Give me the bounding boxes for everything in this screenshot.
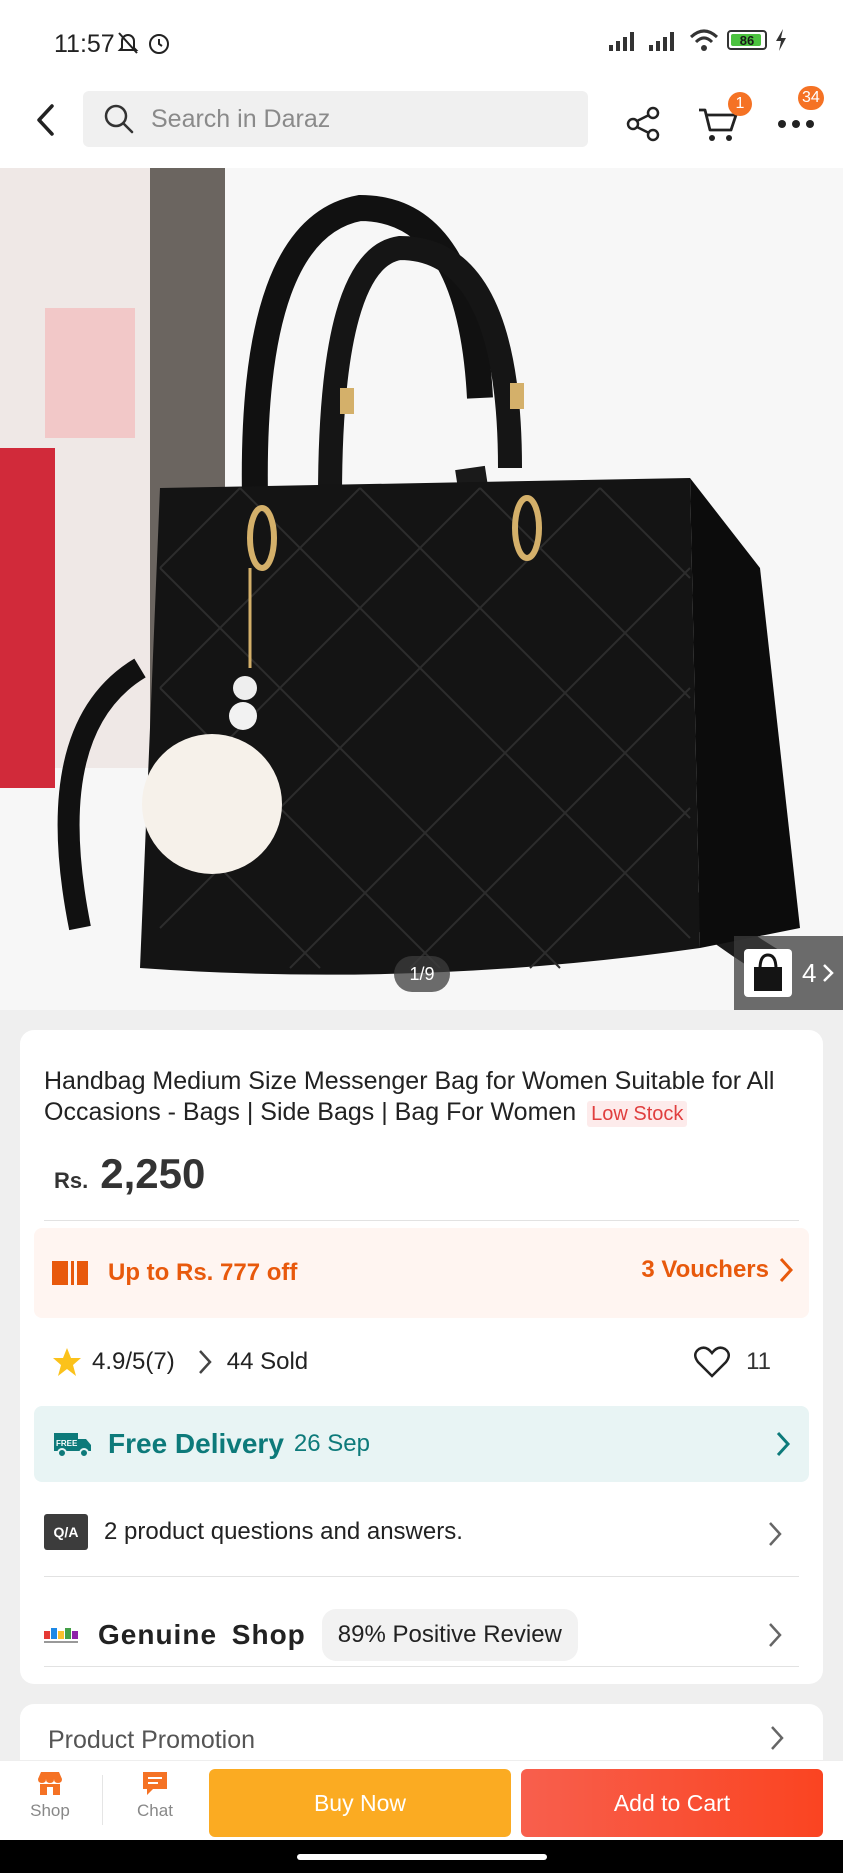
more-dots-icon (778, 120, 814, 128)
add-to-cart-button[interactable]: Add to Cart (521, 1769, 823, 1837)
status-icons-right: 86 (609, 28, 787, 52)
rating-value[interactable]: 4.9/5 (92, 1348, 145, 1376)
seller-row[interactable]: Genuine Shop 89% Positive Review (44, 1600, 799, 1670)
alarm-icon (149, 34, 169, 54)
divider (44, 1576, 799, 1577)
vouchers-link[interactable]: 3 Vouchers (641, 1256, 793, 1284)
mute-bell-icon (117, 32, 139, 54)
buy-now-button[interactable]: Buy Now (209, 1769, 511, 1837)
rating-count[interactable]: (7) (145, 1348, 174, 1376)
qa-text: 2 product questions and answers. (104, 1518, 463, 1545)
heart-icon (694, 1346, 731, 1378)
shop-tab-button[interactable]: Shop (15, 1769, 85, 1821)
chevron-right-icon (779, 1257, 793, 1283)
qa-row[interactable]: Q/A 2 product questions and answers. (44, 1500, 799, 1564)
vouchers-link-label: 3 Vouchers (641, 1256, 769, 1283)
home-indicator[interactable] (297, 1854, 547, 1860)
divider (102, 1775, 103, 1825)
delivery-date: 26 Sep (293, 1430, 370, 1457)
product-info-card: Handbag Medium Size Messenger Bag for Wo… (20, 1030, 823, 1684)
share-icon (626, 106, 660, 142)
promotion-label: Product Promotion (48, 1726, 256, 1754)
battery-icon: 86 (727, 30, 767, 50)
rating-row: 4.9/5 (7) 44 Sold 11 (52, 1340, 807, 1384)
charging-icon (776, 29, 786, 51)
product-title: Handbag Medium Size Messenger Bag for Wo… (44, 1066, 804, 1128)
chevron-right-icon (769, 1623, 782, 1647)
shop-tab-label: Shop (30, 1801, 70, 1820)
more-button[interactable]: 34 (772, 86, 824, 148)
cart-button[interactable]: 1 (694, 92, 752, 148)
chevron-right-icon (771, 1726, 784, 1750)
wifi-icon (689, 29, 719, 51)
back-arrow-icon (37, 104, 54, 136)
cart-badge: 1 (728, 92, 752, 116)
search-icon (101, 101, 137, 137)
system-navigation-bar (0, 1840, 843, 1873)
signal-icon (609, 32, 634, 51)
bottom-action-bar: Shop Chat Buy Now Add to Cart (0, 1760, 843, 1840)
divider (44, 1220, 799, 1221)
more-badge: 34 (798, 86, 824, 110)
signal-icon-2 (649, 32, 674, 51)
shop-icon (38, 1772, 62, 1795)
chat-label: Chat (137, 1801, 173, 1820)
product-price: Rs. 2,250 (54, 1150, 205, 1198)
search-bar[interactable] (83, 91, 588, 147)
voucher-ticket-icon (52, 1261, 88, 1285)
product-image (0, 168, 843, 1010)
status-bar: 11:57 86 (0, 0, 843, 80)
top-header: 1 34 (0, 80, 843, 168)
product-image-gallery[interactable]: 1/9 4 (0, 168, 843, 1010)
wishlist-count: 11 (746, 1348, 771, 1375)
positive-review-badge: 89% Positive Review (321, 1609, 578, 1661)
sold-count: 44 Sold (226, 1348, 309, 1375)
price-amount: 2,250 (100, 1150, 206, 1197)
status-icons-left (116, 30, 172, 56)
price-currency: Rs. (54, 1168, 89, 1193)
battery-level: 86 (739, 32, 755, 48)
free-icon-text: FREE (56, 1439, 78, 1448)
shop-name[interactable]: Genuine Shop (98, 1619, 306, 1651)
divider (44, 1666, 799, 1667)
variant-thumbnails[interactable]: 4 (734, 936, 843, 1010)
star-icon (53, 1348, 81, 1376)
chevron-right-icon (198, 1350, 212, 1374)
low-stock-badge: Low Stock (587, 1101, 688, 1127)
image-counter: 1/9 (394, 956, 450, 992)
chevron-right-icon (776, 1431, 791, 1457)
free-delivery-truck-icon: FREE (54, 1433, 91, 1458)
chevron-right-icon (769, 1522, 782, 1546)
back-button[interactable] (26, 100, 66, 140)
chat-button[interactable]: Chat (120, 1769, 190, 1821)
variant-count: 4 (802, 957, 817, 988)
voucher-banner[interactable]: Up to Rs. 777 off 3 Vouchers (34, 1228, 809, 1318)
chat-icon (143, 1772, 167, 1795)
wishlist-button[interactable]: 11 (694, 1346, 771, 1378)
delivery-banner[interactable]: FREE Free Delivery 26 Sep (34, 1406, 809, 1482)
chevron-right-icon (823, 964, 835, 982)
variant-thumbnail (744, 949, 792, 997)
voucher-text: Up to Rs. 777 off (108, 1259, 298, 1286)
search-input[interactable] (151, 104, 551, 134)
status-time: 11:57 (54, 30, 115, 58)
delivery-label: Free Delivery (108, 1428, 284, 1459)
qa-icon: Q/A (44, 1514, 88, 1550)
share-button[interactable] (620, 100, 668, 148)
shop-logo-icon (44, 1628, 78, 1643)
